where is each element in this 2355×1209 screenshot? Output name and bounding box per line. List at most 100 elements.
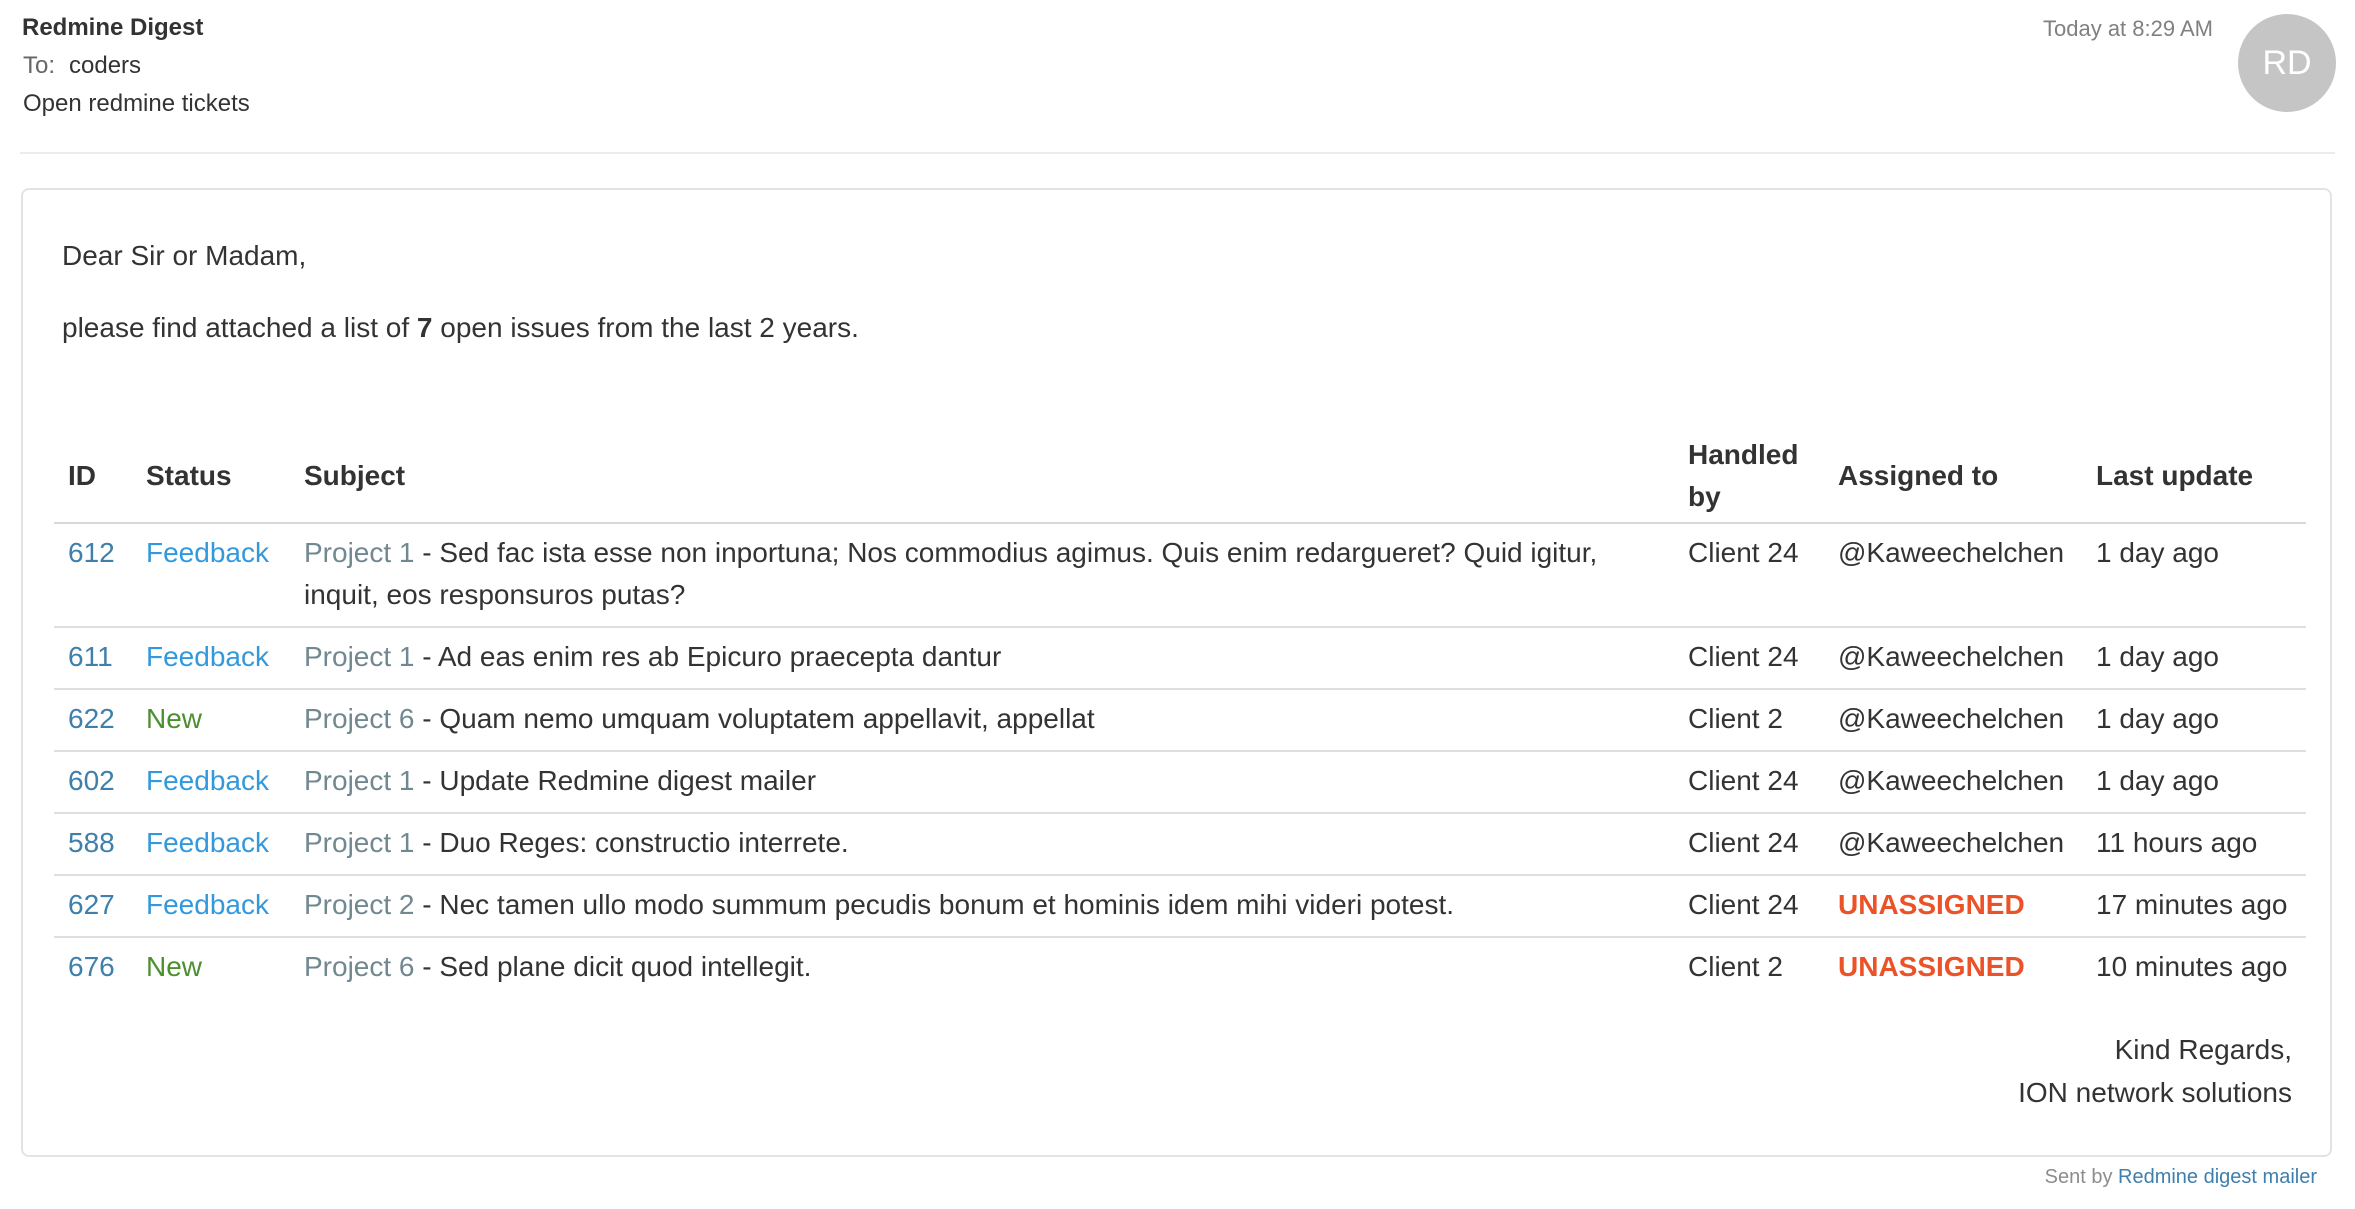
cell-subject: Project 6 - Sed plane dicit quod intelle… xyxy=(290,937,1674,998)
project-link[interactable]: Project 1 xyxy=(304,765,415,796)
unassigned-label: UNASSIGNED xyxy=(1838,951,2025,982)
cell-last-update: 17 minutes ago xyxy=(2082,875,2306,938)
assignee-name: @Kaweechelchen xyxy=(1838,827,2065,858)
cell-id: 622 xyxy=(54,689,132,752)
cell-last-update: 10 minutes ago xyxy=(2096,951,2288,982)
cell-subject: Project 1 - Update Redmine digest mailer xyxy=(290,751,1674,814)
issue-subject: - Nec tamen ullo modo summum pecudis bon… xyxy=(414,889,1455,920)
cell-last-update: 1 day ago xyxy=(2082,689,2306,752)
issue-id-link[interactable]: 612 xyxy=(68,537,115,568)
cell-id: 627 xyxy=(54,875,132,938)
status-feedback[interactable]: Feedback xyxy=(146,827,269,858)
closing: Kind Regards, ION network solutions xyxy=(2018,1028,2292,1114)
mail-timestamp: Today at 8:29 AM xyxy=(2043,16,2213,41)
cell-assigned-to: UNASSIGNED xyxy=(1824,937,2082,998)
cell-status: Feedback xyxy=(132,751,290,814)
header-last-update: Last update xyxy=(2082,430,2306,524)
issue-id-link[interactable]: 676 xyxy=(68,951,115,982)
table-row[interactable]: 611 Feedback Project 1 - Ad eas enim res a… xyxy=(54,627,2306,690)
cell-subject: Project 1 - Ad eas enim res ab Epicuro p… xyxy=(290,627,1674,690)
cell-subject: Project 1 - Duo Reges: constructio inter… xyxy=(290,813,1674,876)
issue-id-link[interactable]: 602 xyxy=(68,765,115,796)
table-row[interactable]: 588 Feedback Project 1 - Duo Reges: constr… xyxy=(54,813,2306,876)
mail-subject: Open redmine tickets xyxy=(23,90,250,117)
status-feedback[interactable]: Feedback xyxy=(146,889,269,920)
cell-status: Feedback xyxy=(132,523,290,628)
cell-subject: Project 2 - Nec tamen ullo modo summum p… xyxy=(290,875,1674,938)
cell-subject: Project 6 - Quam nemo umquam voluptatem … xyxy=(290,689,1674,752)
header-divider xyxy=(20,152,2335,154)
table-row[interactable]: 676 New Project 6 - Sed plane dicit quod i… xyxy=(54,937,2306,998)
sender-name: Redmine Digest xyxy=(22,14,204,41)
issue-subject: - Ad eas enim res ab Epicuro praecepta d… xyxy=(414,641,1002,672)
issue-id-link[interactable]: 588 xyxy=(68,827,115,858)
sender-avatar: RD xyxy=(2238,14,2336,112)
cell-handled-by: Client 24 xyxy=(1674,813,1824,876)
cell-last-update: 1 day ago xyxy=(2082,751,2306,814)
cell-assigned-to: @Kaweechelchen xyxy=(1824,627,2082,690)
cell-last-update: 1 day ago xyxy=(2082,523,2306,628)
cell-handled-by: Client 24 xyxy=(1674,751,1824,814)
cell-status: Feedback xyxy=(132,813,290,876)
header-id: ID xyxy=(54,430,132,524)
project-link[interactable]: Project 6 xyxy=(304,951,415,982)
cell-id: 588 xyxy=(54,813,132,876)
project-link[interactable]: Project 1 xyxy=(304,537,415,568)
cell-handled-by: Client 24 xyxy=(1674,627,1824,690)
issue-subject: - Sed plane dicit quod intellegit. xyxy=(414,951,812,982)
table-header-row: ID Status Subject Handled by Assigned to… xyxy=(54,430,2306,524)
project-link[interactable]: Project 2 xyxy=(304,889,415,920)
header-handled-by: Handled by xyxy=(1674,430,1824,524)
table-row[interactable]: 602 Feedback Project 1 - Update Redmine di… xyxy=(54,751,2306,814)
closing-signature: ION network solutions xyxy=(2018,1077,2292,1108)
cell-assigned-to: @Kaweechelchen xyxy=(1824,813,2082,876)
intro-suffix: open issues from the last 2 years. xyxy=(432,312,859,343)
footer: Sent by Redmine digest mailer xyxy=(2045,1166,2317,1189)
cell-handled-by: Client 24 xyxy=(1674,523,1824,628)
assignee-name: @Kaweechelchen xyxy=(1838,537,2065,568)
cell-last-update: 11 hours ago xyxy=(2082,813,2306,876)
issue-subject: - Sed fac ista esse non inportuna; Nos c… xyxy=(304,537,1598,610)
cell-id: 611 xyxy=(54,627,132,690)
status-new[interactable]: New xyxy=(146,951,202,982)
cell-status: Feedback xyxy=(132,875,290,938)
issue-id-link[interactable]: 611 xyxy=(68,641,113,672)
issue-rows: 612 Feedback Project 1 - Sed fac ista esse… xyxy=(54,523,2306,998)
project-link[interactable]: Project 1 xyxy=(304,641,415,672)
intro-prefix: please find attached a list of xyxy=(62,312,417,343)
issue-id-link[interactable]: 622 xyxy=(68,703,115,734)
unassigned-label: UNASSIGNED xyxy=(1838,889,2025,920)
footer-prefix: Sent by xyxy=(2044,1166,2119,1188)
footer-link[interactable]: Redmine digest mailer xyxy=(2118,1166,2317,1188)
header-assigned-to: Assigned to xyxy=(1824,430,2082,524)
to-label: To: xyxy=(23,52,56,79)
intro-text: please find attached a list of 7 open is… xyxy=(62,312,859,344)
table-row[interactable]: 627 Feedback Project 2 - Nec tamen ullo mo… xyxy=(54,875,2306,938)
assignee-name: @Kaweechelchen xyxy=(1838,703,2065,734)
issue-subject: - Quam nemo umquam voluptatem appellavit… xyxy=(414,703,1095,734)
status-new[interactable]: New xyxy=(146,703,202,734)
cell-handled-by: Client 24 xyxy=(1674,875,1824,938)
project-link[interactable]: Project 6 xyxy=(304,703,415,734)
recipient-row: To: coders xyxy=(23,52,141,80)
header-status: Status xyxy=(132,430,290,524)
table-row[interactable]: 622 New Project 6 - Quam nemo umquam volup… xyxy=(54,689,2306,752)
table-row[interactable]: 612 Feedback Project 1 - Sed fac ista esse… xyxy=(54,523,2306,628)
cell-last-update: 1 day ago xyxy=(2082,627,2306,690)
status-feedback[interactable]: Feedback xyxy=(146,765,269,796)
cell-subject: Project 1 - Sed fac ista esse non inport… xyxy=(290,523,1674,628)
cell-id: 602 xyxy=(54,751,132,814)
issue-count: 7 xyxy=(416,312,433,343)
issues-table: ID Status Subject Handled by Assigned to… xyxy=(54,430,2306,998)
recipient[interactable]: coders xyxy=(69,52,141,79)
message-card: Dear Sir or Madam, please find attached … xyxy=(21,188,2332,1157)
status-feedback[interactable]: Feedback xyxy=(146,641,269,672)
cell-status: New xyxy=(132,689,290,752)
issue-subject: - Duo Reges: constructio interrete. xyxy=(414,827,849,858)
project-link[interactable]: Project 1 xyxy=(304,827,415,858)
mail-header: Redmine Digest To: coders Open redmine ti… xyxy=(0,0,2355,156)
status-feedback[interactable]: Feedback xyxy=(146,537,269,568)
issue-id-link[interactable]: 627 xyxy=(68,889,115,920)
cell-assigned-to: @Kaweechelchen xyxy=(1824,523,2082,628)
cell-assigned-to: @Kaweechelchen xyxy=(1824,689,2082,752)
